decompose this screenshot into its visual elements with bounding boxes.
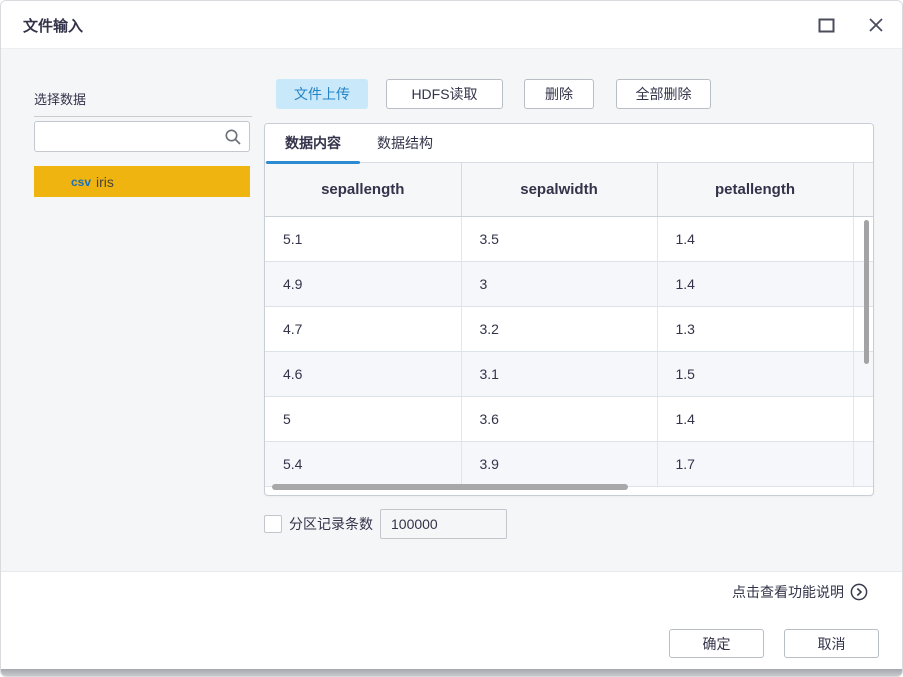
partition-row: 分区记录条数	[264, 508, 507, 539]
table-cell: 1.4	[657, 261, 854, 307]
csv-badge: csv	[71, 174, 92, 189]
table-row: 4.7 3.2 1.3	[265, 306, 873, 352]
close-button[interactable]	[864, 13, 888, 37]
tab-data-content[interactable]: 数据内容	[285, 133, 341, 153]
vertical-scrollbar-thumb[interactable]	[864, 220, 869, 364]
close-icon	[869, 18, 883, 32]
table-cell: 5	[265, 396, 462, 442]
table-cell: 1.7	[657, 441, 854, 487]
table-cell: 3.5	[461, 216, 658, 262]
dialog-footer: 点击查看功能说明 确定 取消	[1, 571, 902, 669]
circle-arrow-icon	[850, 583, 868, 601]
table-cell: 1.3	[657, 306, 854, 352]
search-box	[34, 121, 250, 152]
upload-file-button[interactable]: 文件上传	[276, 79, 368, 109]
table-body: 5.1 3.5 1.4 4.9 3 1.4 4.7 3.2 1.3 4.6 3.1 1.5 5 3.6 1.…	[265, 216, 873, 487]
table-header-row: sepallength sepalwidth petallength	[265, 163, 873, 217]
delete-all-button[interactable]: 全部删除	[616, 79, 711, 109]
window-bottom-edge	[1, 669, 902, 676]
maximize-button[interactable]	[814, 13, 838, 37]
tabbar: 数据内容 数据结构	[265, 124, 873, 164]
delete-button[interactable]: 删除	[524, 79, 594, 109]
tab-data-structure[interactable]: 数据结构	[377, 133, 433, 153]
table-row: 5.4 3.9 1.7	[265, 441, 873, 487]
cancel-button[interactable]: 取消	[784, 629, 879, 658]
horizontal-scrollbar-thumb[interactable]	[272, 484, 628, 490]
table-cell: 1.4	[657, 216, 854, 262]
table-cell: 3.6	[461, 396, 658, 442]
table-cell: 4.9	[265, 261, 462, 307]
table-cell: 3.2	[461, 306, 658, 352]
dialog-title: 文件输入	[23, 18, 84, 35]
table-cell: 1.4	[657, 396, 854, 442]
table-cell: 4.7	[265, 306, 462, 352]
column-header-sepalwidth: sepalwidth	[461, 163, 658, 217]
table-row: 5.1 3.5 1.4	[265, 216, 873, 262]
table-cell: 5.1	[265, 216, 462, 262]
help-link[interactable]: 点击查看功能说明	[732, 582, 868, 602]
table-row: 4.6 3.1 1.5	[265, 351, 873, 397]
column-header-sepallength: sepallength	[265, 163, 462, 217]
table-cell: 3	[461, 261, 658, 307]
table-cell: 3.1	[461, 351, 658, 397]
maximize-icon	[818, 18, 834, 32]
search-icon[interactable]	[224, 128, 242, 151]
file-input-dialog: 文件输入 选择数据 csv iris 文件上传 HDFS读取 删除 全部删除 数…	[0, 0, 903, 677]
table-cell: 5.4	[265, 441, 462, 487]
dataset-item-iris[interactable]: csv iris	[34, 166, 250, 197]
titlebar: 文件输入	[1, 1, 902, 49]
data-preview-card: 数据内容 数据结构 sepallength sepalwidth petalleng…	[264, 123, 874, 496]
search-input[interactable]	[43, 122, 219, 151]
table-cell: 3.9	[461, 441, 658, 487]
active-tab-underline	[266, 161, 360, 164]
table-cell: 1.5	[657, 351, 854, 397]
dialog-body: 选择数据 csv iris 文件上传 HDFS读取 删除 全部删除 数据内容 数…	[1, 49, 902, 571]
ok-button[interactable]: 确定	[669, 629, 764, 658]
column-header-petallength: petallength	[657, 163, 854, 217]
dataset-name: iris	[96, 173, 114, 190]
data-table: sepallength sepalwidth petallength 5.1 3.5 1…	[265, 163, 873, 487]
partition-checkbox[interactable]	[264, 514, 282, 533]
table-row: 4.9 3 1.4	[265, 261, 873, 307]
hdfs-read-button[interactable]: HDFS读取	[386, 79, 503, 109]
table-row: 5 3.6 1.4	[265, 396, 873, 442]
table-cell: 4.6	[265, 351, 462, 397]
select-data-label: 选择数据	[34, 89, 252, 117]
partition-label: 分区记录条数	[289, 515, 373, 532]
partition-count-input[interactable]	[380, 508, 507, 539]
help-link-text: 点击查看功能说明	[732, 584, 844, 600]
